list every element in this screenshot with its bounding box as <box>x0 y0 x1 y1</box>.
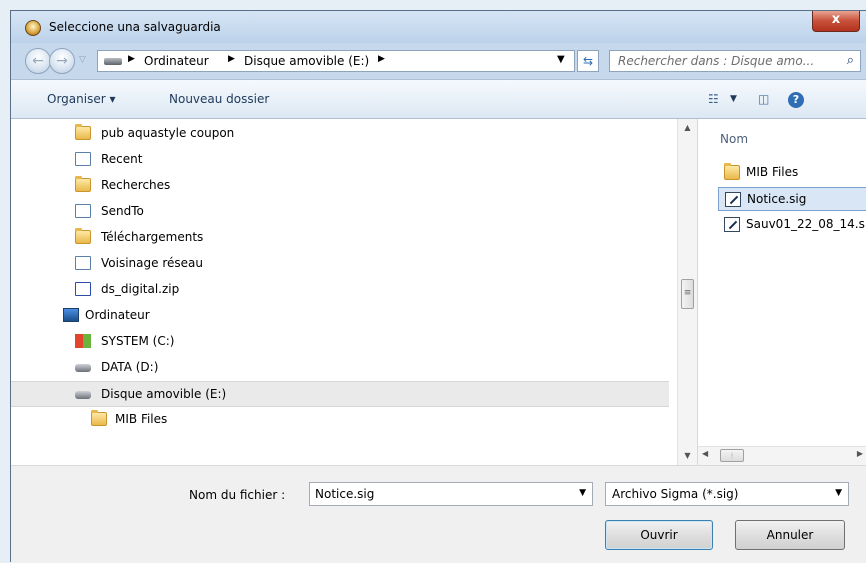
shortcut-folder-icon <box>75 152 91 166</box>
scroll-right-icon[interactable]: ▶ <box>857 449 863 458</box>
tree-item[interactable]: Voisinage réseau <box>11 251 669 277</box>
file-list: Nom MIB Files Notice.sig Sauv01_22_08_14… <box>697 119 866 465</box>
search-icon[interactable]: ⌕ <box>847 53 854 68</box>
tree-item-label: Voisinage réseau <box>101 256 203 270</box>
refresh-button[interactable]: ⇆ <box>577 50 599 72</box>
filename-field[interactable]: Notice.sig ▼ <box>309 482 593 506</box>
tree-item-label: pub aquastyle coupon <box>101 126 235 140</box>
address-row: ← → ▽ ▶ Ordinateur ▶ Disque amovible (E:… <box>11 43 866 79</box>
shortcut-icon <box>75 256 91 270</box>
window-title: Seleccione una salvaguardia <box>49 20 221 34</box>
file-item-label: Notice.sig <box>747 192 807 206</box>
tree-item-label: SendTo <box>101 204 144 218</box>
filetype-value: Archivo Sigma (*.sig) <box>612 487 739 501</box>
forward-button[interactable]: → <box>49 48 75 74</box>
cancel-button[interactable]: Annuler <box>735 520 845 550</box>
tree-item-label: MIB Files <box>115 412 168 426</box>
column-header-name[interactable]: Nom <box>720 132 748 146</box>
filename-value[interactable]: Notice.sig <box>315 487 374 501</box>
zip-file-icon <box>75 282 91 296</box>
file-item-selected[interactable]: Notice.sig <box>718 187 866 211</box>
breadcrumb-separator-icon[interactable]: ▶ <box>378 54 385 64</box>
back-button[interactable]: ← <box>25 48 51 74</box>
filetype-select[interactable]: Archivo Sigma (*.sig) ▼ <box>605 482 849 506</box>
tree-item[interactable]: ds_digital.zip <box>11 277 669 303</box>
scroll-down-icon[interactable]: ▼ <box>678 447 697 465</box>
file-item-label: MIB Files <box>746 165 799 179</box>
filename-dropdown-icon[interactable]: ▼ <box>579 488 586 498</box>
computer-icon <box>63 308 79 322</box>
drive-icon <box>104 58 122 65</box>
recent-locations-dropdown-icon[interactable]: ▽ <box>79 55 86 65</box>
app-icon <box>25 20 41 36</box>
tree-item-label: Ordinateur <box>85 308 150 322</box>
tree-item[interactable]: Recherches <box>11 173 669 199</box>
command-bar: Organiser ▾ Nouveau dossier ☷ ▼ ◫ ? <box>11 79 866 119</box>
tree-item[interactable]: pub aquastyle coupon <box>11 121 669 147</box>
file-item-label: Sauv01_22_08_14.s <box>746 217 865 231</box>
sig-file-icon <box>725 192 741 207</box>
tree-item-label: ds_digital.zip <box>101 282 180 296</box>
tree-item-label: Téléchargements <box>101 230 204 244</box>
address-dropdown-icon[interactable]: ▼ <box>557 54 565 65</box>
tree-item[interactable]: SYSTEM (C:) <box>11 329 669 355</box>
downloads-folder-icon <box>75 228 91 244</box>
breadcrumb-removable-drive[interactable]: Disque amovible (E:) <box>244 54 369 68</box>
organize-menu[interactable]: Organiser ▾ <box>47 92 115 106</box>
breadcrumb-computer[interactable]: Ordinateur <box>144 54 209 68</box>
address-bar[interactable]: ▶ Ordinateur ▶ Disque amovible (E:) ▶ ▼ <box>97 50 575 72</box>
file-list-horizontal-scrollbar[interactable]: ◀ ⦙ ▶ <box>698 446 866 465</box>
tree-item-label: SYSTEM (C:) <box>101 334 175 348</box>
search-placeholder: Rechercher dans : Disque amo... <box>618 54 815 68</box>
dialog-footer: Nom du fichier : Notice.sig ▼ Archivo Si… <box>11 465 866 563</box>
shortcut-icon <box>75 204 91 218</box>
windows-drive-icon <box>75 334 91 348</box>
breadcrumb-separator-icon[interactable]: ▶ <box>128 54 135 64</box>
sig-file-icon <box>724 217 740 232</box>
tree-item-label: Recherches <box>101 178 171 192</box>
browser-area: pub aquastyle coupon Recent Recherches S… <box>11 119 866 465</box>
tree-item[interactable]: MIB Files <box>11 407 669 433</box>
view-options-icon[interactable]: ☷ <box>708 92 719 106</box>
tree-item[interactable]: DATA (D:) <box>11 355 669 381</box>
tree-vertical-scrollbar[interactable]: ▲ ≡ ▼ <box>677 119 697 465</box>
forward-arrow-icon: → <box>56 53 68 69</box>
tree-item-label: Recent <box>101 152 143 166</box>
new-folder-button[interactable]: Nouveau dossier <box>169 92 269 106</box>
breadcrumb-separator-icon[interactable]: ▶ <box>228 54 235 64</box>
file-item[interactable]: Sauv01_22_08_14.s <box>718 213 866 237</box>
drive-icon <box>75 364 91 372</box>
folder-icon <box>724 163 740 180</box>
navigation-tree: pub aquastyle coupon Recent Recherches S… <box>11 119 697 465</box>
refresh-icon: ⇆ <box>582 54 594 68</box>
title-bar: Seleccione una salvaguardia x <box>11 11 866 43</box>
tree-item[interactable]: SendTo <box>11 199 669 225</box>
preview-pane-icon[interactable]: ◫ <box>758 92 769 106</box>
scroll-thumb[interactable]: ⦙ <box>720 449 744 462</box>
tree-item[interactable]: Téléchargements <box>11 225 669 251</box>
folder-icon <box>75 124 91 140</box>
scroll-thumb[interactable]: ≡ <box>681 279 694 309</box>
tree-item-label: DATA (D:) <box>101 360 159 374</box>
tree-item-label: Disque amovible (E:) <box>101 387 227 401</box>
search-folder-icon <box>75 176 91 192</box>
back-arrow-icon: ← <box>32 53 44 69</box>
open-button[interactable]: Ouvrir <box>605 520 713 550</box>
tree-item-selected[interactable]: Disque amovible (E:) <box>11 381 669 407</box>
filetype-dropdown-icon[interactable]: ▼ <box>835 488 842 498</box>
help-icon[interactable]: ? <box>788 92 804 108</box>
tree-item[interactable]: Ordinateur <box>11 303 669 329</box>
file-item[interactable]: MIB Files <box>718 161 866 185</box>
scroll-left-icon[interactable]: ◀ <box>702 449 708 458</box>
file-dialog: Seleccione una salvaguardia x ← → ▽ ▶ Or… <box>10 10 866 563</box>
view-dropdown-icon[interactable]: ▼ <box>730 94 737 104</box>
search-input[interactable]: Rechercher dans : Disque amo... ⌕ <box>609 50 861 72</box>
tree-item[interactable]: Recent <box>11 147 669 173</box>
filename-label: Nom du fichier : <box>189 488 286 502</box>
close-button[interactable]: x <box>812 11 860 32</box>
scroll-up-icon[interactable]: ▲ <box>678 119 697 137</box>
folder-icon <box>91 410 107 426</box>
removable-drive-icon <box>75 391 91 399</box>
